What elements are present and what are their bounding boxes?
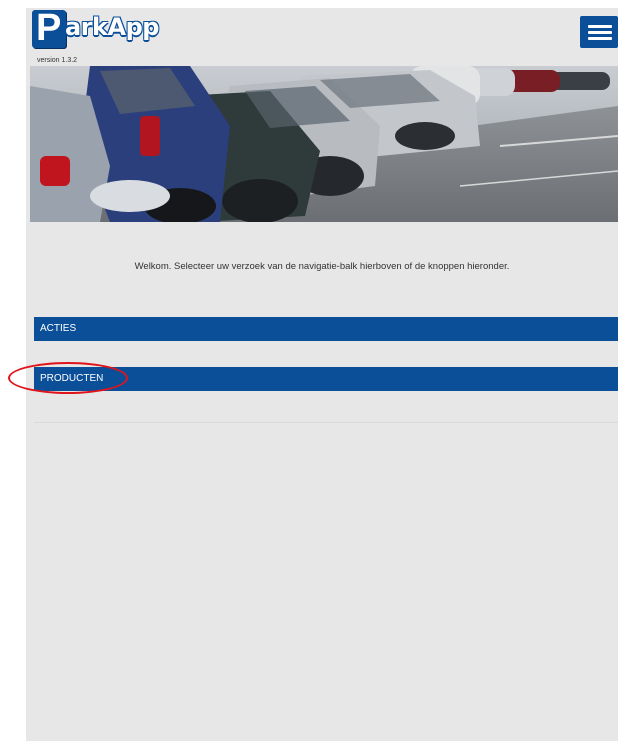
hamburger-menu-icon: [588, 25, 612, 28]
producten-button[interactable]: PRODUCTEN: [34, 367, 618, 391]
version-label: version 1.3.2: [37, 57, 78, 64]
app-page: P arkApp version 1.3.2 Welkom. Selecteer…: [26, 7, 618, 741]
hamburger-menu-icon-bar: [588, 37, 612, 40]
parkapp-logo: P arkApp version 1.3.2: [32, 7, 172, 64]
logo-p-box: P: [32, 7, 66, 49]
hamburger-menu-icon-bar: [588, 31, 612, 34]
hero-parking-image: [30, 66, 618, 222]
parking-lot-cars-photo: [30, 66, 618, 222]
logo-letter: P: [36, 7, 62, 49]
logo-text: arkApp: [65, 13, 159, 41]
acties-button[interactable]: ACTIES: [34, 317, 618, 341]
welcome-message: Welkom. Selecteer uw verzoek van de navi…: [134, 261, 510, 272]
section-divider: [34, 422, 618, 423]
hamburger-menu-button[interactable]: [580, 16, 618, 48]
